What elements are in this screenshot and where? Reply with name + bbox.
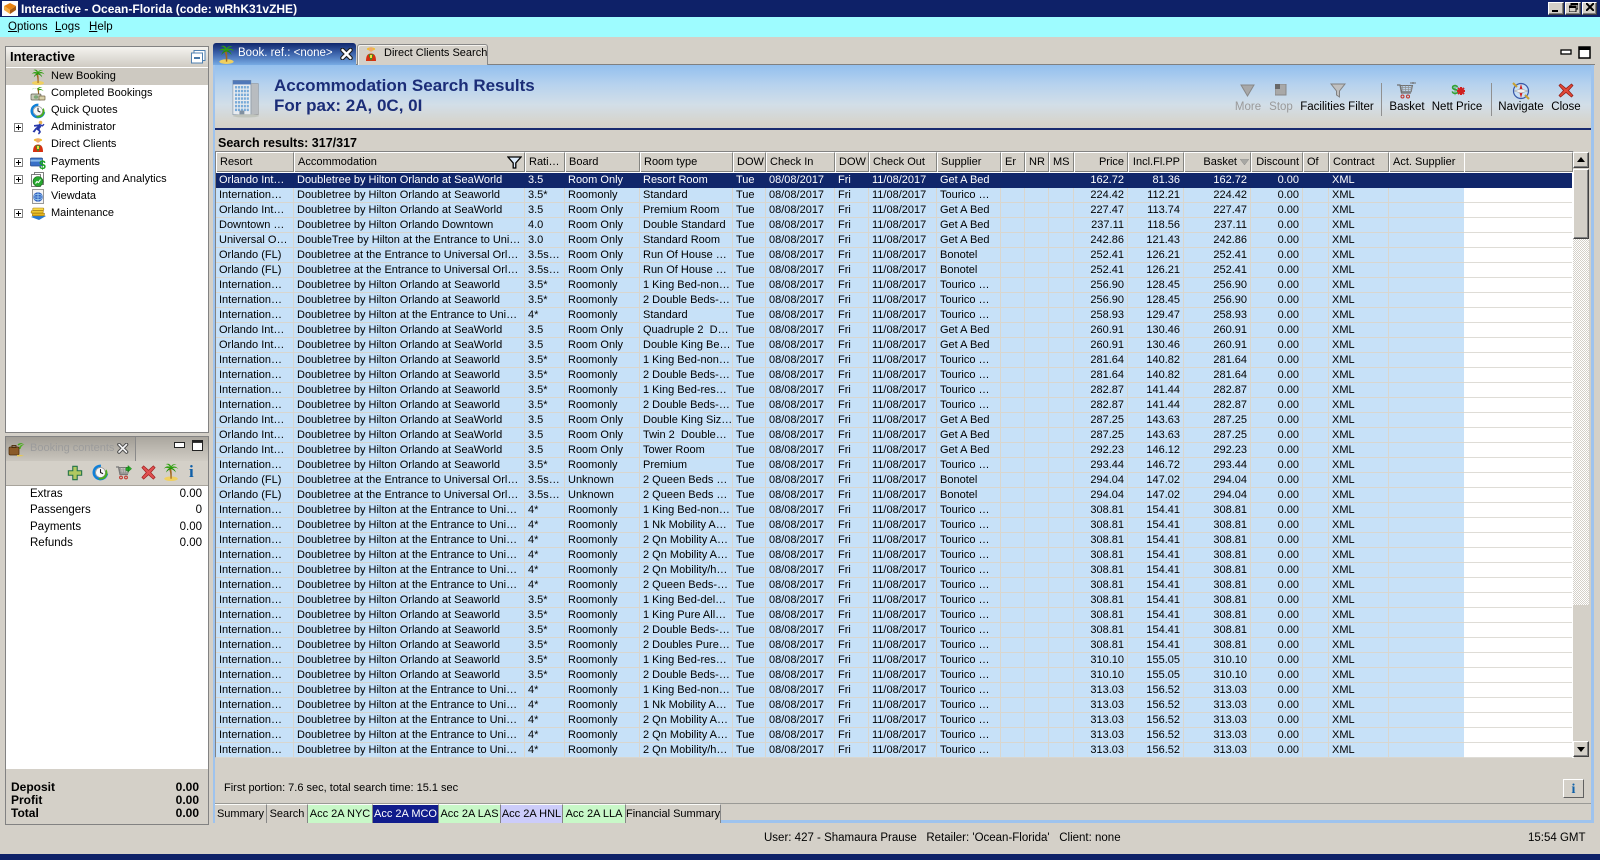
svg-text:$: $ [39, 158, 46, 171]
